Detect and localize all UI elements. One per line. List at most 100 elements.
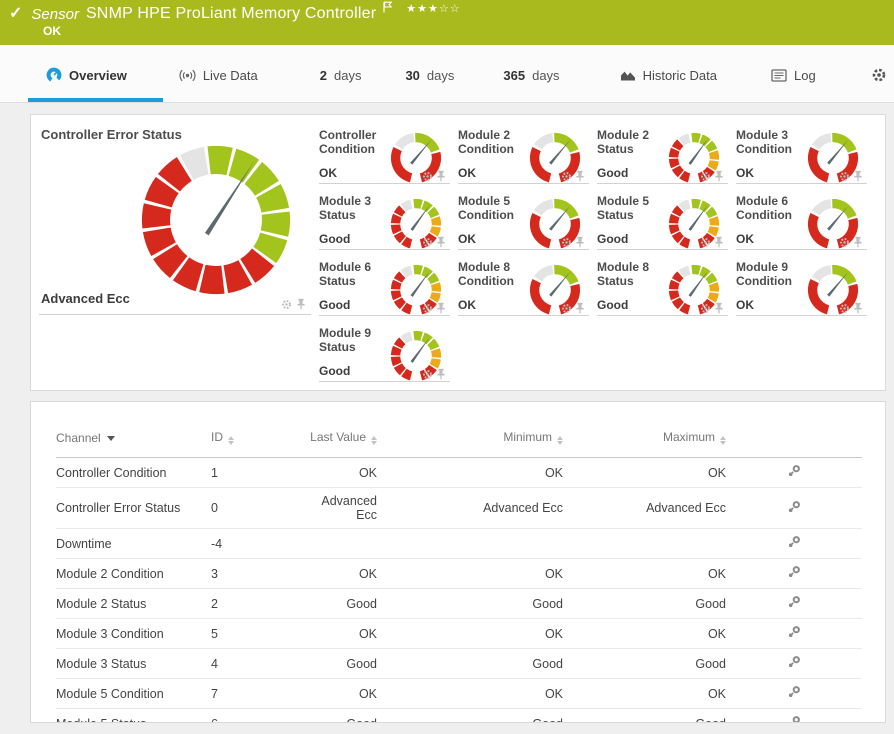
- gauge-cell-module-6-status[interactable]: Module 6 Status Good: [319, 260, 458, 326]
- gauge-value: OK: [736, 232, 754, 246]
- edit-channel-icon[interactable]: [787, 500, 801, 514]
- gear-icon[interactable]: [700, 237, 711, 248]
- gear-icon[interactable]: [561, 171, 572, 182]
- pin-icon[interactable]: [714, 236, 724, 248]
- tab-2-days[interactable]: 2 days: [318, 62, 364, 102]
- gauge-value: Good: [319, 364, 351, 378]
- cell-maximum: Good: [563, 588, 726, 619]
- table-row[interactable]: Module 3 Status 4 Good Good Good: [56, 648, 862, 679]
- gauge-actions: [561, 302, 585, 314]
- pin-icon[interactable]: [436, 368, 446, 380]
- edit-channel-icon[interactable]: [787, 685, 801, 699]
- gear-icon[interactable]: [422, 237, 433, 248]
- cell-last-value: Good: [306, 648, 377, 679]
- gauge-cell-module-8-condition[interactable]: Module 8 Condition OK: [458, 260, 597, 326]
- cell-id: 3: [211, 558, 306, 589]
- cell-id: 6: [211, 708, 306, 722]
- pin-icon[interactable]: [853, 302, 863, 314]
- primary-gauge-cell[interactable]: Controller Error Status Advanced Ecc: [31, 115, 319, 390]
- cell-maximum: [563, 528, 726, 559]
- table-row[interactable]: Module 3 Condition 5 OK OK OK: [56, 618, 862, 649]
- gear-icon[interactable]: [561, 237, 572, 248]
- table-row[interactable]: Module 2 Condition 3 OK OK OK: [56, 558, 862, 589]
- gauge-cell-module-5-status[interactable]: Module 5 Status Good: [597, 194, 736, 260]
- gear-icon[interactable]: [422, 369, 433, 380]
- edit-channel-icon[interactable]: [787, 535, 801, 549]
- gauge-cell-module-2-status[interactable]: Module 2 Status Good: [597, 128, 736, 194]
- gear-icon[interactable]: [422, 171, 433, 182]
- tab-live-data[interactable]: Live Data: [177, 62, 260, 102]
- gauge-cell-module-9-status[interactable]: Module 9 Status Good: [319, 326, 458, 392]
- tab-historic-data[interactable]: Historic Data: [618, 62, 719, 102]
- gauge-cell-module-2-condition[interactable]: Module 2 Condition OK: [458, 128, 597, 194]
- primary-gauge-title: Controller Error Status: [41, 127, 182, 142]
- gauge-value: OK: [736, 166, 754, 180]
- gear-icon[interactable]: [839, 171, 850, 182]
- pin-icon[interactable]: [853, 236, 863, 248]
- cell-minimum: Good: [377, 708, 563, 722]
- pin-icon[interactable]: [714, 302, 724, 314]
- log-icon: [771, 68, 787, 82]
- pin-icon[interactable]: [575, 236, 585, 248]
- table-row[interactable]: Module 5 Condition 7 OK OK OK: [56, 678, 862, 709]
- cell-last-value: OK: [306, 678, 377, 709]
- edit-channel-icon[interactable]: [787, 565, 801, 579]
- pin-icon[interactable]: [436, 236, 446, 248]
- table-row[interactable]: Module 5 Status 6 Good Good Good: [56, 708, 862, 723]
- gauge-cell-controller-condition[interactable]: Controller Condition OK: [319, 128, 458, 194]
- table-row[interactable]: Controller Condition 1 OK OK OK: [56, 457, 862, 488]
- gauge-cell-module-3-status[interactable]: Module 3 Status Good: [319, 194, 458, 260]
- gear-icon[interactable]: [839, 303, 850, 314]
- tab-overview[interactable]: Overview: [28, 62, 163, 102]
- cell-last-value: Good: [306, 708, 377, 722]
- tab-30-days[interactable]: 30 days: [403, 62, 456, 102]
- gauge-cell-module-6-condition[interactable]: Module 6 Condition OK: [736, 194, 875, 260]
- edit-channel-icon[interactable]: [787, 655, 801, 669]
- cell-maximum: OK: [563, 457, 726, 488]
- primary-gauge-actions: [281, 298, 306, 310]
- table-row[interactable]: Controller Error Status 0 Advanced Ecc A…: [56, 487, 862, 529]
- gear-icon[interactable]: [839, 237, 850, 248]
- cell-id: -4: [211, 528, 306, 559]
- edit-channel-icon[interactable]: [787, 464, 801, 478]
- pin-icon[interactable]: [296, 298, 306, 310]
- pin-icon[interactable]: [714, 170, 724, 182]
- col-header-maximum[interactable]: Maximum: [563, 422, 726, 458]
- pin-icon[interactable]: [575, 170, 585, 182]
- gauge-cell-module-5-condition[interactable]: Module 5 Condition OK: [458, 194, 597, 260]
- sensor-title: SNMP HPE ProLiant Memory Controller: [85, 5, 377, 22]
- gear-icon[interactable]: [422, 303, 433, 314]
- edit-channel-icon[interactable]: [787, 595, 801, 609]
- tab-log[interactable]: Log: [769, 62, 818, 102]
- flag-icon[interactable]: [383, 1, 393, 13]
- col-header-channel[interactable]: Channel: [56, 422, 211, 458]
- pin-icon[interactable]: [853, 170, 863, 182]
- pin-icon[interactable]: [575, 302, 585, 314]
- gauge-actions: [561, 170, 585, 182]
- gauge-cell-module-8-status[interactable]: Module 8 Status Good: [597, 260, 736, 326]
- gear-icon[interactable]: [281, 299, 292, 310]
- gauge-cell-module-3-condition[interactable]: Module 3 Condition OK: [736, 128, 875, 194]
- gauge-value: OK: [458, 232, 476, 246]
- stars-empty: ☆☆: [438, 2, 461, 15]
- gauge-cell-module-9-condition[interactable]: Module 9 Condition OK: [736, 260, 875, 326]
- tab-settings[interactable]: Settings: [869, 62, 894, 102]
- edit-channel-icon[interactable]: [787, 625, 801, 639]
- priority-stars[interactable]: ★★★☆☆: [406, 2, 460, 15]
- table-row[interactable]: Module 2 Status 2 Good Good Good: [56, 588, 862, 619]
- pin-icon[interactable]: [436, 302, 446, 314]
- pin-icon[interactable]: [436, 170, 446, 182]
- col-header-id[interactable]: ID: [211, 422, 306, 458]
- gear-icon[interactable]: [700, 171, 711, 182]
- col-header-minimum[interactable]: Minimum: [377, 422, 563, 458]
- gauge-actions: [422, 170, 446, 182]
- cell-minimum: OK: [377, 558, 563, 589]
- gear-icon[interactable]: [700, 303, 711, 314]
- cell-last-value: OK: [306, 618, 377, 649]
- table-row[interactable]: Downtime -4: [56, 528, 862, 559]
- tab-365-days[interactable]: 365 days: [501, 62, 561, 102]
- edit-channel-icon[interactable]: [787, 715, 801, 723]
- stars-filled: ★★★: [406, 2, 439, 15]
- col-header-last-value[interactable]: Last Value: [306, 422, 377, 458]
- gear-icon[interactable]: [561, 303, 572, 314]
